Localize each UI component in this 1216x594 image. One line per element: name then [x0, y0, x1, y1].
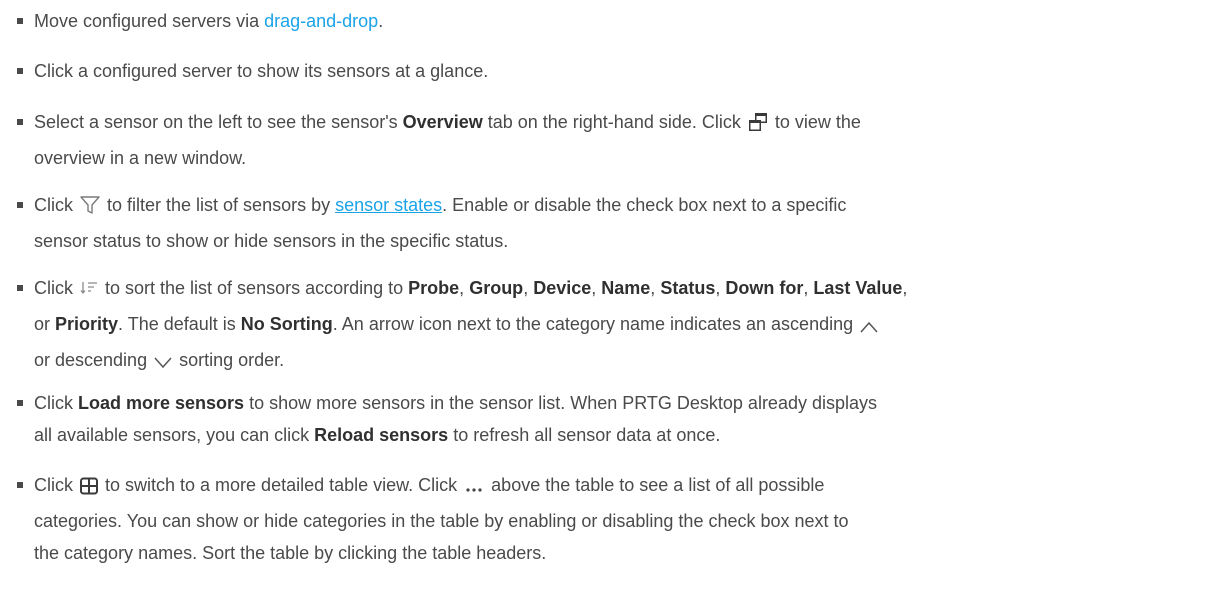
item-text: Click a configured server to show its se… — [34, 61, 489, 81]
more-icon — [464, 476, 484, 502]
sort-icon — [80, 279, 98, 305]
item-text: Click to sort the list of sensors accord… — [34, 275, 1210, 377]
sensor-states-link[interactable]: sensor states — [335, 195, 442, 215]
bullet-marker — [17, 68, 23, 74]
item-text: Select a sensor on the left to see the s… — [34, 112, 861, 168]
table-view-icon — [80, 476, 98, 502]
bullet-marker — [17, 285, 23, 291]
arrow-down-icon — [154, 351, 172, 377]
bullet-marker — [17, 400, 23, 406]
arrow-up-icon — [860, 315, 878, 341]
drag-and-drop-link[interactable]: drag-and-drop — [264, 11, 378, 31]
bullet-marker — [17, 119, 23, 125]
item-text: Click Load more sensors to show more sen… — [34, 393, 877, 445]
bullet-marker — [17, 18, 23, 24]
filter-icon — [80, 195, 100, 222]
bullet-marker — [17, 202, 23, 208]
new-window-icon — [748, 112, 768, 139]
item-text: Click to switch to a more detailed table… — [34, 475, 849, 563]
item-text: Click to filter the list of sensors by s… — [34, 195, 847, 251]
item-text: Move configured servers via drag-and-dro… — [34, 11, 384, 31]
bullet-marker — [17, 482, 23, 488]
